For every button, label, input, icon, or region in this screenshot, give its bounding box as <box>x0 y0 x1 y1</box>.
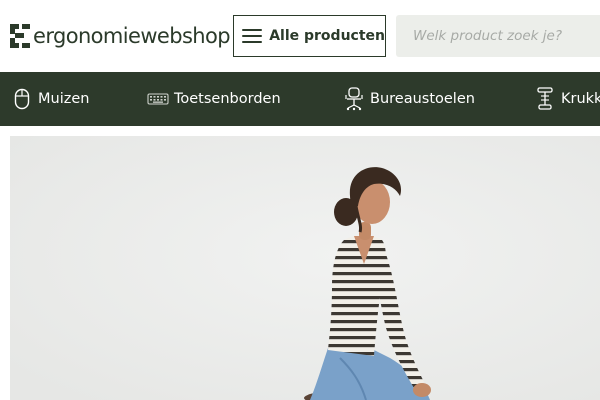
category-toetsenborden[interactable]: Toetsenborden <box>147 72 281 126</box>
category-muizen[interactable]: Muizen <box>11 72 89 126</box>
woman-sitting-on-stool-photo <box>10 136 600 400</box>
all-products-label: Alle producten <box>269 28 385 44</box>
category-label: Bureaustoelen <box>370 91 475 107</box>
hero-image[interactable] <box>10 136 600 400</box>
category-label: Muizen <box>38 91 90 107</box>
category-bureaustoelen[interactable]: Bureaustoelen <box>343 72 475 126</box>
category-bar: Muizen Toetsenborden Bureaustoelen Krukk <box>0 72 600 126</box>
category-label: Krukk <box>561 91 600 107</box>
category-krukken[interactable]: Krukk <box>534 72 600 126</box>
keyboard-icon <box>147 87 169 111</box>
all-products-button[interactable]: Alle producten <box>233 15 386 57</box>
site-logo[interactable]: ergonomiewebshop <box>10 22 231 50</box>
logo-text: ergonomiewebshop <box>33 23 231 48</box>
search-input[interactable] <box>396 15 600 57</box>
stool-icon <box>534 87 556 111</box>
office-chair-icon <box>343 87 365 111</box>
site-header: ergonomiewebshop Alle producten <box>0 0 600 72</box>
mouse-icon <box>11 87 33 111</box>
menu-icon <box>242 28 262 44</box>
logo-mark-icon <box>10 24 32 48</box>
category-label: Toetsenborden <box>174 91 281 107</box>
